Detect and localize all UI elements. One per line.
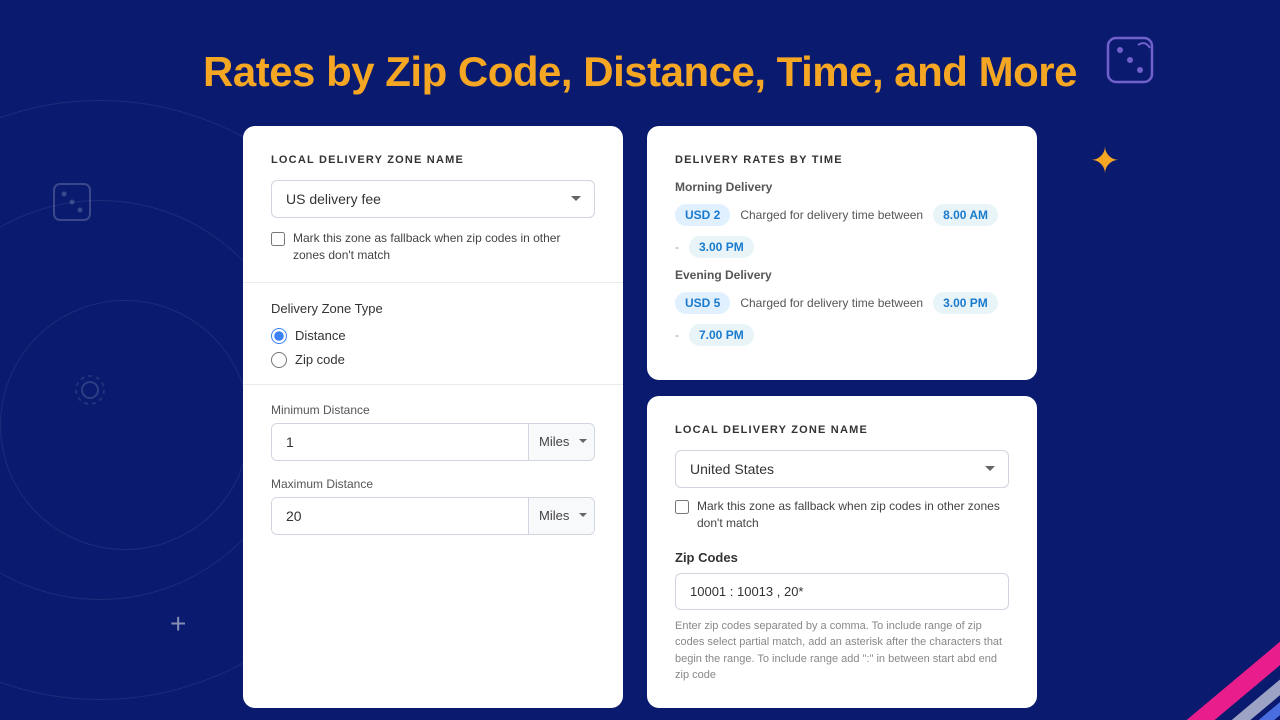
zone-type-radio-group: Distance Zip code [271, 328, 595, 368]
zone-type-label: Delivery Zone Type [271, 301, 595, 316]
zip-codes-label: Zip Codes [675, 550, 1009, 565]
morning-delivery-label: Morning Delivery [675, 180, 1009, 194]
min-distance-field: Minimum Distance 1 Miles Km [271, 403, 595, 461]
country-select[interactable]: United States Canada United Kingdom [675, 450, 1009, 488]
main-content: LOCAL DELIVERY ZONE NAME US delivery fee… [0, 126, 1280, 708]
distance-radio-row: Distance [271, 328, 595, 344]
delivery-rates-time-card: DELIVERY RATES BY TIME Morning Delivery … [647, 126, 1037, 380]
fallback-checkbox[interactable] [271, 232, 285, 246]
zip-codes-input[interactable] [675, 573, 1009, 610]
right-bottom-section-label: LOCAL DELIVERY ZONE NAME [675, 424, 1009, 436]
header-highlight1: Zip Code, [385, 48, 572, 95]
right-top-section-label: DELIVERY RATES BY TIME [675, 154, 1009, 166]
morning-start-badge: 8.00 AM [933, 204, 998, 226]
zip-hint-text: Enter zip codes separated by a comma. To… [675, 618, 1009, 684]
dice-icon-left [50, 180, 94, 229]
evening-start-badge: 3.00 PM [933, 292, 998, 314]
star-icon: ✦ [1090, 140, 1120, 182]
zipcode-radio-label: Zip code [295, 352, 345, 367]
fallback-checkbox-row: Mark this zone as fallback when zip code… [271, 230, 595, 264]
morning-delivery-row: USD 2 Charged for delivery time between … [675, 204, 1009, 258]
morning-dash: - [675, 240, 679, 254]
fallback-checkbox-label: Mark this zone as fallback when zip code… [293, 230, 595, 264]
morning-end-badge: 3.00 PM [689, 236, 754, 258]
max-distance-input[interactable]: 20 [272, 498, 528, 534]
max-distance-input-wrapper: 20 Miles Km [271, 497, 595, 535]
min-distance-input[interactable]: 1 [272, 424, 528, 460]
fallback-checkbox-right[interactable] [675, 500, 689, 514]
dice-icon-top [1100, 30, 1160, 95]
card-divider-2 [243, 384, 623, 385]
right-column: DELIVERY RATES BY TIME Morning Delivery … [647, 126, 1037, 708]
header-prefix: Rates by [203, 48, 385, 95]
header-highlight2: Distance, [572, 48, 765, 95]
delivery-zone-name-select[interactable]: US delivery fee Zone A Zone B [271, 180, 595, 218]
left-card-section-label: LOCAL DELIVERY ZONE NAME [271, 154, 595, 166]
card-divider [243, 282, 623, 283]
evening-dash: - [675, 328, 679, 342]
evening-delivery-row: USD 5 Charged for delivery time between … [675, 292, 1009, 346]
evening-usd-badge: USD 5 [675, 292, 730, 314]
left-delivery-zone-card: LOCAL DELIVERY ZONE NAME US delivery fee… [243, 126, 623, 708]
morning-usd-badge: USD 2 [675, 204, 730, 226]
min-distance-label: Minimum Distance [271, 403, 595, 417]
gear-icon-left [70, 370, 110, 415]
plus-icon: + [170, 608, 186, 640]
min-distance-input-wrapper: 1 Miles Km [271, 423, 595, 461]
distance-radio-label: Distance [295, 328, 346, 343]
header-suffix: and More [883, 48, 1077, 95]
zipcode-radio-row: Zip code [271, 352, 595, 368]
max-distance-unit-select[interactable]: Miles Km [528, 498, 594, 534]
evening-delivery-label: Evening Delivery [675, 268, 1009, 282]
evening-charged-label: Charged for delivery time between [740, 296, 923, 310]
min-distance-unit-select[interactable]: Miles Km [528, 424, 594, 460]
max-distance-label: Maximum Distance [271, 477, 595, 491]
distance-radio[interactable] [271, 328, 287, 344]
cards-wrapper: LOCAL DELIVERY ZONE NAME US delivery fee… [243, 126, 1037, 708]
evening-end-badge: 7.00 PM [689, 324, 754, 346]
zipcode-radio[interactable] [271, 352, 287, 368]
page-header: Rates by Zip Code, Distance, Time, and M… [0, 0, 1280, 126]
zip-code-zone-card: LOCAL DELIVERY ZONE NAME United States C… [647, 396, 1037, 708]
fallback-checkbox-label-right: Mark this zone as fallback when zip code… [697, 498, 1009, 532]
header-highlight3: Time, [766, 48, 884, 95]
fallback-checkbox-row-right: Mark this zone as fallback when zip code… [675, 498, 1009, 532]
max-distance-field: Maximum Distance 20 Miles Km [271, 477, 595, 535]
morning-charged-label: Charged for delivery time between [740, 208, 923, 222]
